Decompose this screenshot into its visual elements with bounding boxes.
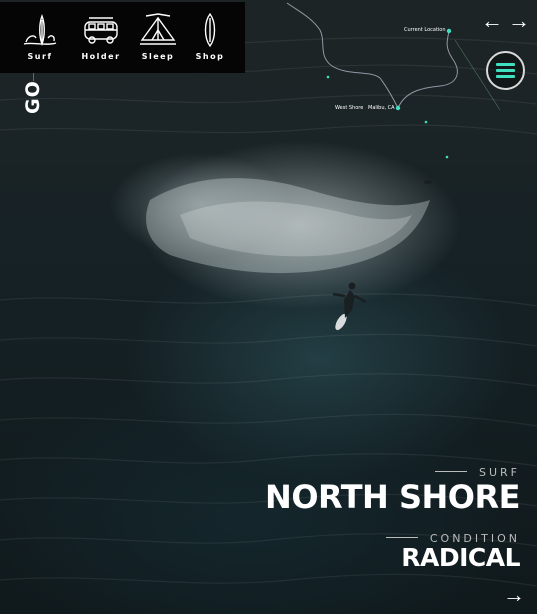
malibu-label: Malibu, CA (368, 105, 395, 111)
menu-button[interactable] (486, 51, 525, 90)
map-marker (395, 105, 401, 111)
nav-label-shop: Shop (195, 52, 225, 61)
van-icon (84, 17, 118, 44)
map-marker (326, 75, 330, 79)
hamburger-icon (496, 69, 515, 72)
kicker-divider (434, 471, 467, 473)
surfboard-icon (204, 12, 216, 48)
hamburger-icon (496, 75, 515, 78)
prev-arrow-button[interactable]: ← (481, 10, 503, 32)
hero-surf-photo: Current Location West Shore Malibu, CA S… (0, 0, 537, 614)
map-marker (424, 120, 428, 124)
surfer-figure (332, 282, 367, 331)
map-marker (445, 155, 449, 159)
condition-value: RADICAL (401, 543, 520, 572)
top-nav: Surf Holder Sleep Shop (0, 2, 245, 73)
hamburger-icon (496, 63, 515, 66)
next-spot-arrow-button[interactable]: → (503, 584, 525, 606)
spot-name: NORTH SHORE (265, 478, 520, 516)
next-arrow-button[interactable]: → (508, 10, 530, 32)
current-location-label: Current Location (404, 27, 446, 33)
nav-label-surf: Surf (27, 52, 53, 61)
nav-item-surf[interactable]: Surf (14, 12, 66, 61)
go-label[interactable]: GO (22, 80, 44, 114)
tent-icon (140, 13, 176, 45)
map-marker (446, 28, 452, 34)
nav-label-holder: Holder (81, 52, 121, 61)
nav-item-sleep[interactable]: Sleep (132, 12, 184, 61)
nav-item-holder[interactable]: Holder (75, 12, 127, 61)
surf-icon (23, 14, 57, 46)
kicker-divider (385, 537, 418, 539)
west-shore-label: West Shore (335, 105, 364, 111)
nav-item-shop[interactable]: Shop (184, 12, 236, 61)
nav-label-sleep: Sleep (141, 52, 175, 61)
